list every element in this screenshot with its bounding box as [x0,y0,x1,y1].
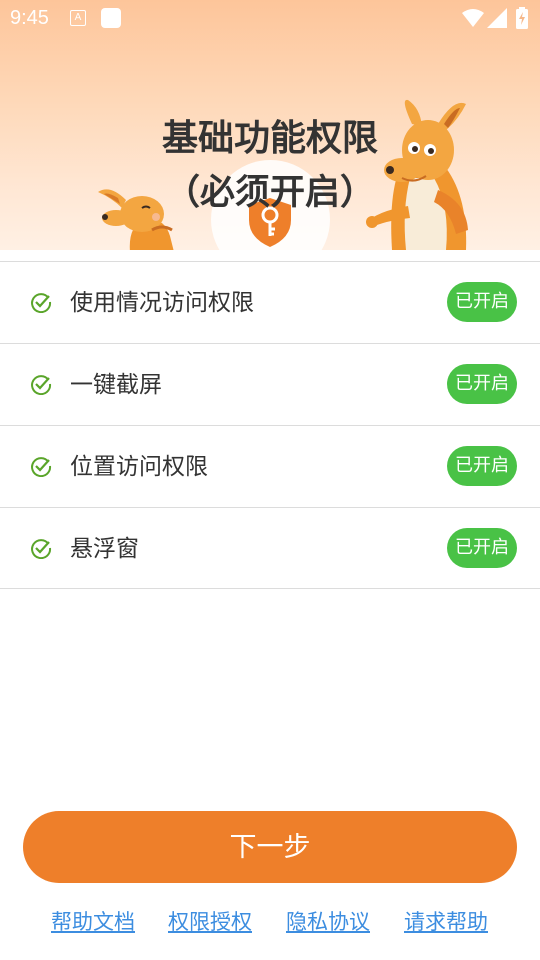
footer-links: 帮助文档 权限授权 隐私协议 请求帮助 [0,906,540,940]
permission-label: 位置访问权限 [70,454,208,480]
status-badge[interactable]: 已开启 [447,364,517,404]
page-title-line1: 基础功能权限 [161,118,378,159]
page-title-line2: （必须开启） [164,173,375,213]
signal-icon [487,8,507,28]
permission-row-usage-access[interactable]: 使用情况访问权限 已开启 [0,261,540,343]
permission-authorization-link[interactable]: 权限授权 [168,906,252,938]
page-title: 基础功能权限 （必须开启） [0,112,540,220]
status-time: 9:45 [10,7,49,29]
status-bar: 9:45 A [0,0,540,36]
wifi-icon [462,9,484,27]
privacy-agreement-link[interactable]: 隐私协议 [286,906,370,938]
a-notification-icon: A [70,10,86,26]
permission-row-screenshot[interactable]: 一键截屏 已开启 [0,343,540,425]
request-help-link[interactable]: 请求帮助 [404,906,488,938]
permission-label: 悬浮窗 [70,536,139,562]
permission-row-location[interactable]: 位置访问权限 已开启 [0,425,540,507]
help-docs-link[interactable]: 帮助文档 [51,906,135,938]
square-notification-icon [101,8,121,28]
header-banner: 9:45 A 基础功能权限 （必须开启） [0,0,540,250]
battery-charging-icon [516,7,528,29]
permission-label: 使用情况访问权限 [70,290,254,316]
check-circle-icon [31,539,52,559]
status-badge[interactable]: 已开启 [447,528,517,568]
check-circle-icon [31,375,52,395]
check-circle-icon [31,457,52,477]
status-badge[interactable]: 已开启 [447,282,517,322]
check-circle-icon [31,293,52,313]
status-badge[interactable]: 已开启 [447,446,517,486]
permission-list: 使用情况访问权限 已开启 一键截屏 已开启 位置访问权限 已开启 悬浮窗 已开启 [0,261,540,589]
permission-label: 一键截屏 [70,372,162,398]
permission-row-floating-window[interactable]: 悬浮窗 已开启 [0,507,540,589]
next-step-button[interactable]: 下一步 [23,811,517,883]
